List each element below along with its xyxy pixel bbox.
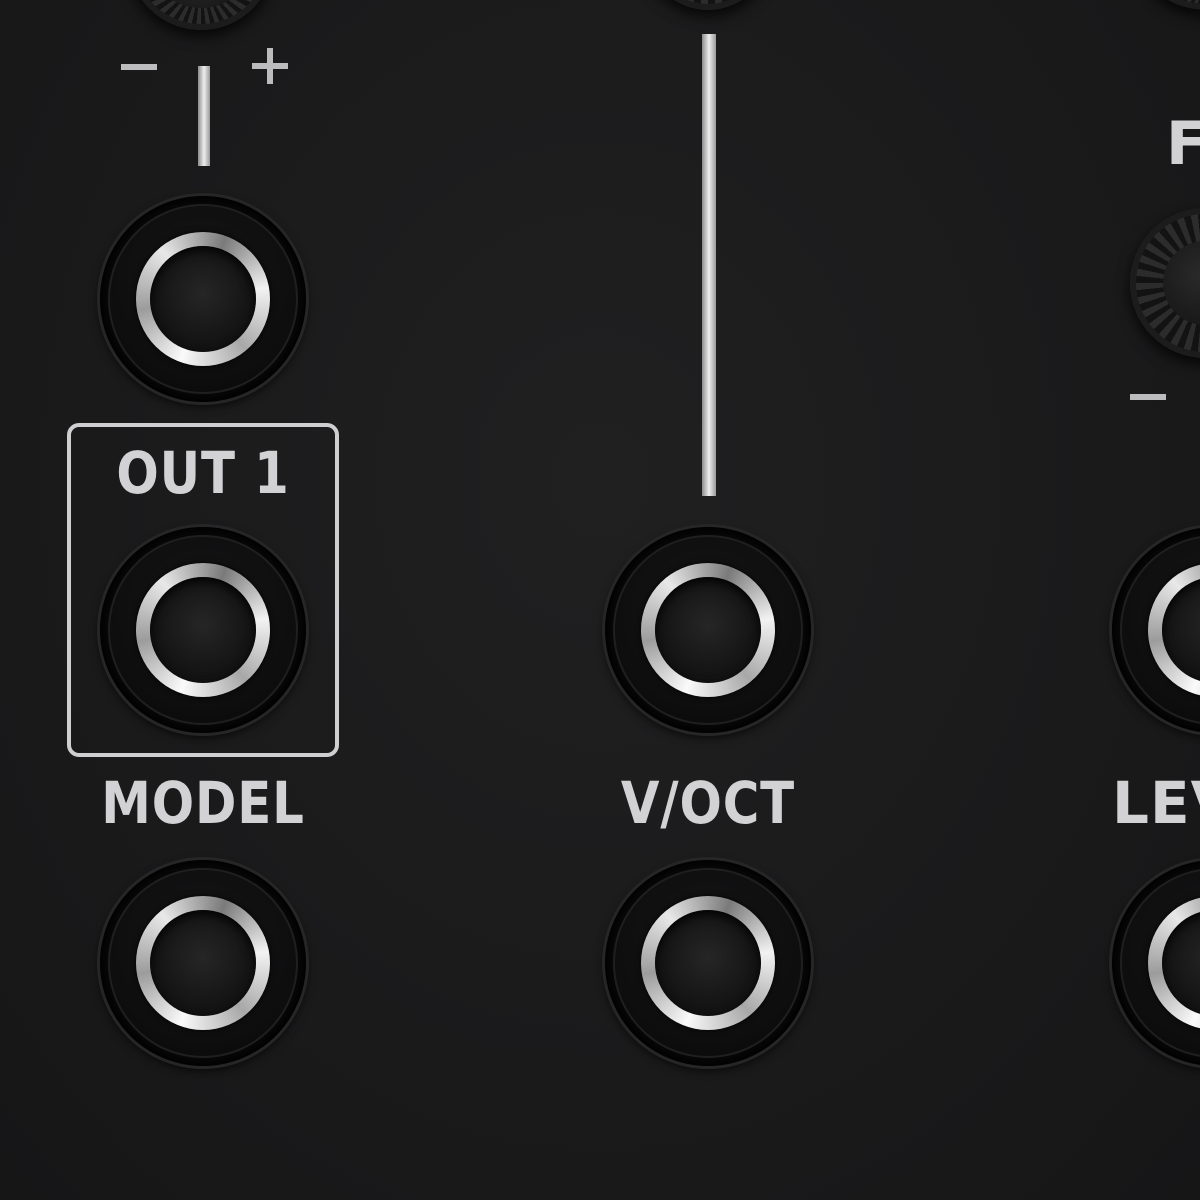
right-knob-icon[interactable] (1130, 208, 1200, 358)
out1-label: OUT 1 (116, 439, 290, 507)
voct-label: V/OCT (620, 769, 796, 837)
jack-hole (655, 577, 761, 683)
voct-connector-line (702, 34, 716, 496)
voct-jack[interactable] (605, 527, 811, 733)
top-right-partial-label: F (1166, 109, 1200, 179)
level-jack[interactable] (1112, 527, 1200, 733)
top-right-knob-icon[interactable] (1150, 0, 1200, 10)
minus-mark (121, 64, 157, 70)
synth-module-panel: − + OUT 1 MODEL V/OCT F (0, 0, 1200, 1200)
attenuverter-connector-line (198, 66, 210, 166)
jack-hole (655, 910, 761, 1016)
jack-hole (150, 577, 256, 683)
out1-jack[interactable] (100, 527, 306, 733)
top-left-knob-icon[interactable] (128, 0, 274, 30)
attenuverter-cv-jack[interactable] (100, 196, 306, 402)
model-cv-jack[interactable] (100, 860, 306, 1066)
level-partial-label: LEV (1112, 769, 1200, 837)
jack-hole (150, 910, 256, 1016)
model-label: MODEL (101, 769, 305, 837)
minus-mark-right (1130, 394, 1166, 400)
top-center-knob-icon[interactable] (640, 0, 776, 10)
jack-hole (150, 246, 256, 352)
plus-mark-vertical (267, 48, 273, 84)
voct-lower-jack[interactable] (605, 860, 811, 1066)
level-lower-jack[interactable] (1112, 860, 1200, 1066)
